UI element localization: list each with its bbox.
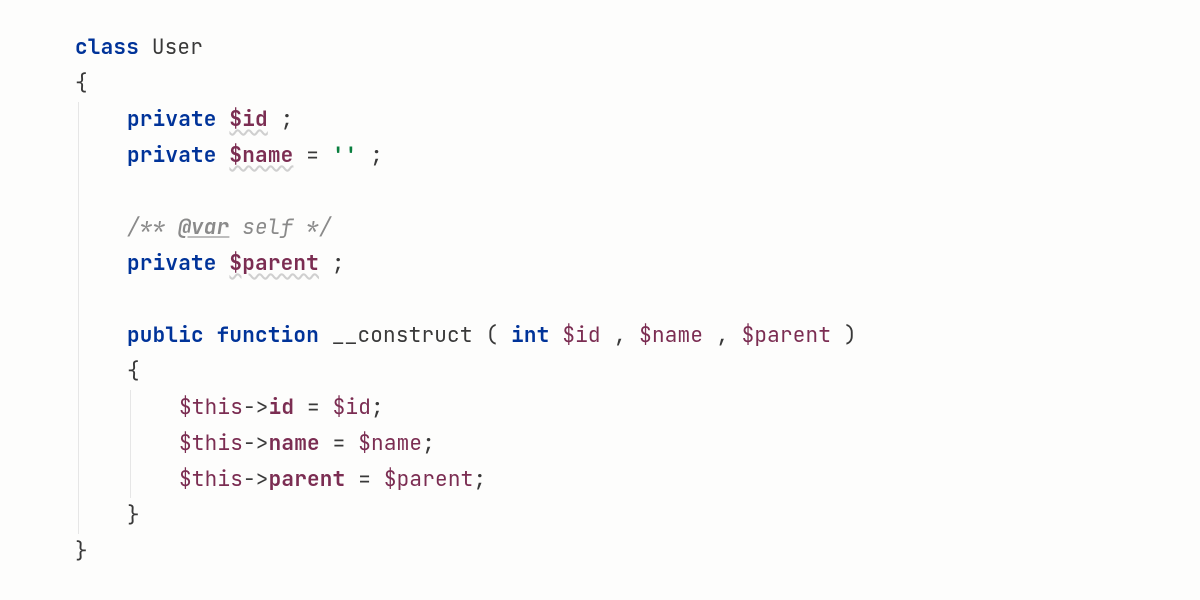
- brace-open: {: [75, 70, 88, 97]
- property-id: $id: [229, 106, 267, 133]
- keyword-function: function: [217, 322, 319, 349]
- code-line: {: [75, 354, 1200, 390]
- brace-close: }: [127, 502, 140, 529]
- class-name: User: [152, 34, 203, 61]
- semicolon: ;: [473, 466, 486, 493]
- code-line: $this->name = $name;: [75, 426, 1200, 462]
- paren-open: (: [485, 322, 498, 349]
- docblock-close: */: [306, 214, 332, 241]
- semicolon: ;: [332, 250, 345, 277]
- field-parent: parent: [269, 466, 346, 493]
- code-line: public function __construct ( int $id , …: [75, 318, 1200, 354]
- arrow: ->: [243, 466, 269, 493]
- param-parent: $parent: [742, 322, 832, 349]
- type-int: int: [511, 322, 549, 349]
- property-parent: $parent: [229, 250, 319, 277]
- brace-open: {: [127, 358, 140, 385]
- docblock-tag-var: @var: [178, 214, 229, 241]
- keyword-public: public: [127, 322, 204, 349]
- arrow: ->: [243, 394, 269, 421]
- code-editor[interactable]: class User { private $id ; private $name…: [0, 0, 1200, 570]
- docblock-type-self: self: [229, 214, 306, 241]
- equals: =: [345, 466, 383, 493]
- code-line: $this->parent = $parent;: [75, 462, 1200, 498]
- code-line: private $id ;: [75, 102, 1200, 138]
- code-line: {: [75, 66, 1200, 102]
- param-name: $name: [639, 322, 703, 349]
- semicolon: ;: [422, 430, 435, 457]
- field-id: id: [269, 394, 295, 421]
- param-id: $id: [562, 322, 600, 349]
- property-name: $name: [229, 142, 293, 169]
- ref-parent: $parent: [384, 466, 474, 493]
- this: $this: [179, 430, 243, 457]
- code-line: $this->id = $id;: [75, 390, 1200, 426]
- semicolon: ;: [281, 106, 294, 133]
- paren-close: ): [844, 322, 857, 349]
- keyword-private: private: [127, 142, 217, 169]
- ref-id: $id: [333, 394, 371, 421]
- code-line: class User: [75, 30, 1200, 66]
- code-line-blank: [75, 174, 1200, 210]
- code-line: /** @var self */: [75, 210, 1200, 246]
- semicolon: ;: [370, 142, 383, 169]
- docblock-open: /**: [127, 214, 178, 241]
- this: $this: [179, 394, 243, 421]
- comma: ,: [614, 322, 640, 349]
- equals: =: [294, 394, 332, 421]
- code-line: private $parent ;: [75, 246, 1200, 282]
- code-line: }: [75, 498, 1200, 534]
- code-line-blank: [75, 282, 1200, 318]
- brace-close: }: [75, 538, 88, 565]
- code-line: }: [75, 534, 1200, 570]
- keyword-private: private: [127, 106, 217, 133]
- comma: ,: [716, 322, 742, 349]
- keyword-class: class: [75, 34, 139, 61]
- function-name-construct: __construct: [332, 322, 473, 349]
- semicolon: ;: [371, 394, 384, 421]
- code-line: private $name = '' ;: [75, 138, 1200, 174]
- keyword-private: private: [127, 250, 217, 277]
- field-name: name: [269, 430, 320, 457]
- equals: =: [306, 142, 332, 169]
- ref-name: $name: [358, 430, 422, 457]
- arrow: ->: [243, 430, 269, 457]
- string-empty: '': [332, 142, 358, 169]
- this: $this: [179, 466, 243, 493]
- equals: =: [320, 430, 358, 457]
